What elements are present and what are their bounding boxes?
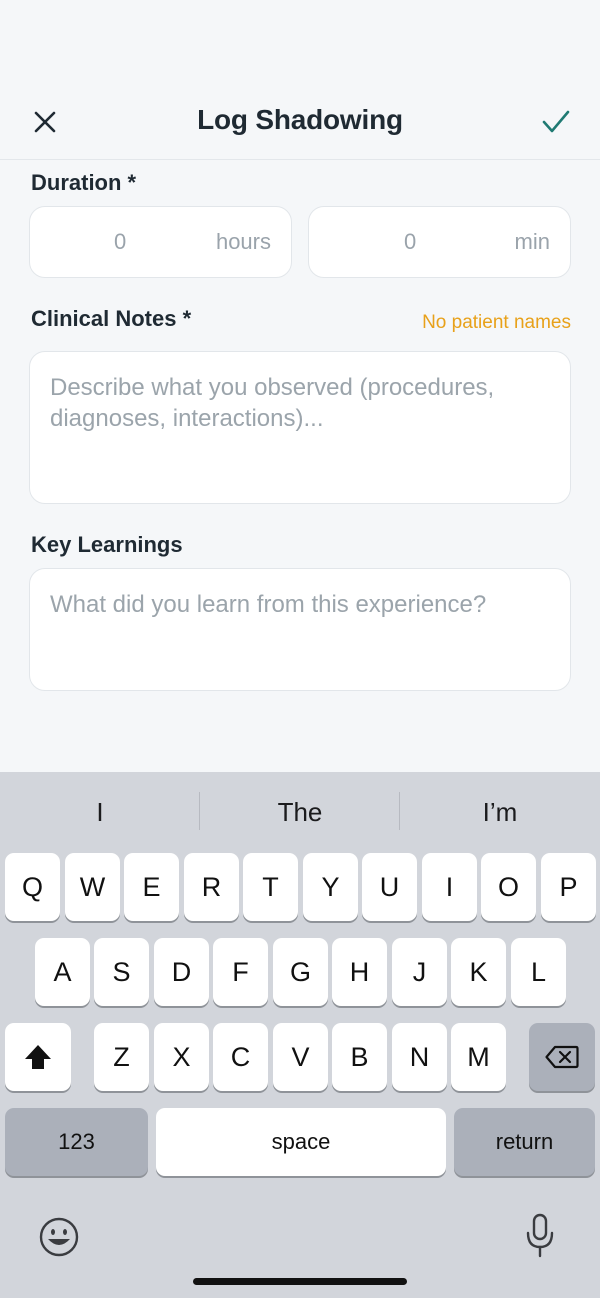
header-bar: Log Shadowing bbox=[0, 0, 600, 160]
shift-key[interactable] bbox=[5, 1023, 71, 1091]
key-h[interactable]: H bbox=[332, 938, 387, 1006]
key-y[interactable]: Y bbox=[303, 853, 358, 921]
key-i[interactable]: I bbox=[422, 853, 477, 921]
no-patient-names-hint: No patient names bbox=[422, 312, 571, 333]
keyboard: I The I’m Q W E R T Y U I O P A S D F G … bbox=[0, 772, 600, 1298]
suggestion-3[interactable]: I’m bbox=[400, 792, 600, 832]
key-learnings-textarea[interactable]: What did you learn from this experience? bbox=[29, 568, 571, 691]
key-f[interactable]: F bbox=[213, 938, 268, 1006]
key-w[interactable]: W bbox=[65, 853, 120, 921]
duration-hours-unit: hours bbox=[215, 229, 271, 254]
duration-minutes-unit: min bbox=[514, 229, 550, 254]
duration-hours-value: 0 bbox=[114, 229, 127, 254]
dictation-button[interactable] bbox=[524, 1213, 556, 1264]
key-q[interactable]: Q bbox=[5, 853, 60, 921]
key-l[interactable]: L bbox=[511, 938, 566, 1006]
suggestion-2[interactable]: The bbox=[200, 792, 400, 832]
key-g[interactable]: G bbox=[273, 938, 328, 1006]
key-m[interactable]: M bbox=[451, 1023, 506, 1091]
key-c[interactable]: C bbox=[213, 1023, 268, 1091]
save-button[interactable] bbox=[534, 100, 578, 144]
key-learnings-placeholder: What did you learn from this experience? bbox=[50, 591, 487, 618]
duration-label: Duration * bbox=[31, 170, 137, 195]
key-k[interactable]: K bbox=[451, 938, 506, 1006]
key-a[interactable]: A bbox=[35, 938, 90, 1006]
key-b[interactable]: B bbox=[332, 1023, 387, 1091]
key-d[interactable]: D bbox=[154, 938, 209, 1006]
emoji-icon bbox=[39, 1217, 79, 1257]
microphone-icon bbox=[526, 1213, 554, 1258]
emoji-button[interactable] bbox=[38, 1216, 80, 1263]
key-p[interactable]: P bbox=[541, 853, 596, 921]
home-indicator bbox=[193, 1278, 407, 1285]
clinical-notes-textarea[interactable]: Describe what you observed (procedures, … bbox=[29, 351, 571, 504]
clinical-notes-placeholder: Describe what you observed (procedures, … bbox=[50, 374, 495, 432]
key-v[interactable]: V bbox=[273, 1023, 328, 1091]
key-u[interactable]: U bbox=[362, 853, 417, 921]
duration-hours-input[interactable]: 0 hours bbox=[29, 206, 292, 278]
key-s[interactable]: S bbox=[94, 938, 149, 1006]
key-z[interactable]: Z bbox=[94, 1023, 149, 1091]
duration-minutes-input[interactable]: 0 min bbox=[308, 206, 571, 278]
key-j[interactable]: J bbox=[392, 938, 447, 1006]
page-title: Log Shadowing bbox=[197, 104, 403, 135]
space-key[interactable]: space bbox=[156, 1108, 446, 1176]
clinical-notes-label: Clinical Notes * bbox=[31, 306, 192, 331]
key-e[interactable]: E bbox=[124, 853, 179, 921]
return-key[interactable]: return bbox=[454, 1108, 595, 1176]
key-t[interactable]: T bbox=[243, 853, 298, 921]
suggestion-1[interactable]: I bbox=[0, 792, 200, 832]
key-n[interactable]: N bbox=[392, 1023, 447, 1091]
key-r[interactable]: R bbox=[184, 853, 239, 921]
key-x[interactable]: X bbox=[154, 1023, 209, 1091]
key-o[interactable]: O bbox=[481, 853, 536, 921]
key-learnings-label: Key Learnings bbox=[31, 532, 183, 557]
numbers-key[interactable]: 123 bbox=[5, 1108, 148, 1176]
checkmark-icon bbox=[542, 110, 570, 133]
delete-key[interactable] bbox=[529, 1023, 595, 1091]
duration-minutes-value: 0 bbox=[404, 229, 417, 254]
backspace-icon bbox=[545, 1045, 579, 1069]
shift-icon bbox=[25, 1045, 51, 1069]
